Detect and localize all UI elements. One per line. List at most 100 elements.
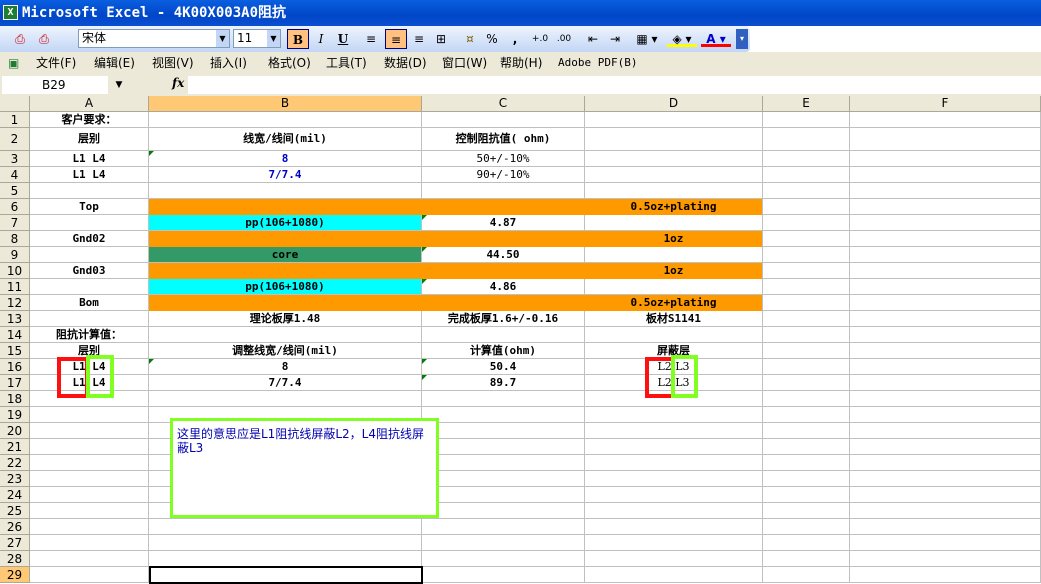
cell-d5[interactable]: [585, 183, 763, 199]
cell-e3[interactable]: [763, 151, 850, 167]
menu-help[interactable]: 帮助(H): [500, 55, 542, 71]
cell-d1[interactable]: [585, 112, 763, 128]
cell-a19[interactable]: [30, 407, 149, 423]
cell-e14[interactable]: [763, 327, 850, 343]
cell-f13[interactable]: [850, 311, 1041, 327]
cell-e23[interactable]: [763, 471, 850, 487]
cell-d3[interactable]: [585, 151, 763, 167]
cell-b10[interactable]: [149, 263, 422, 279]
cell-c18[interactable]: [422, 391, 585, 407]
cell-b26[interactable]: [149, 519, 422, 535]
column-header-c[interactable]: C: [422, 96, 585, 112]
cell-b1[interactable]: [149, 112, 422, 128]
row-header-5[interactable]: 5: [0, 183, 30, 199]
cell-e6[interactable]: [763, 199, 850, 215]
row-header-14[interactable]: 14: [0, 327, 30, 343]
cell-d22[interactable]: [585, 455, 763, 471]
cell-d19[interactable]: [585, 407, 763, 423]
cell-a13[interactable]: [30, 311, 149, 327]
cell-f2[interactable]: [850, 128, 1041, 151]
fx-icon[interactable]: fx: [172, 76, 184, 90]
cell-e17[interactable]: [763, 375, 850, 391]
cell-e15[interactable]: [763, 343, 850, 359]
cell-b9[interactable]: core: [149, 247, 422, 263]
cell-c6[interactable]: [422, 199, 585, 215]
toolbar-options-icon[interactable]: ▾: [736, 29, 748, 49]
cell-e18[interactable]: [763, 391, 850, 407]
fill-color-icon[interactable]: ◈ ▾: [667, 29, 697, 47]
cell-a2[interactable]: 层别: [30, 128, 149, 151]
column-header-a[interactable]: A: [30, 96, 149, 112]
percent-button[interactable]: %: [483, 29, 501, 49]
cell-f18[interactable]: [850, 391, 1041, 407]
cell-f22[interactable]: [850, 455, 1041, 471]
cell-c7[interactable]: 4.87: [422, 215, 585, 231]
cell-b18[interactable]: [149, 391, 422, 407]
cell-c12[interactable]: [422, 295, 585, 311]
cell-e27[interactable]: [763, 535, 850, 551]
cell-b6[interactable]: [149, 199, 422, 215]
cell-e22[interactable]: [763, 455, 850, 471]
menu-view[interactable]: 视图(V): [152, 55, 194, 71]
row-header-8[interactable]: 8: [0, 231, 30, 247]
cell-d10[interactable]: 1oz: [585, 263, 763, 279]
cell-e7[interactable]: [763, 215, 850, 231]
cell-c25[interactable]: [422, 503, 585, 519]
align-right-icon[interactable]: ≡: [409, 29, 429, 49]
borders-icon[interactable]: ▦ ▾: [633, 29, 661, 49]
cell-c21[interactable]: [422, 439, 585, 455]
cell-c19[interactable]: [422, 407, 585, 423]
menu-insert[interactable]: 插入(I): [210, 55, 247, 71]
cell-a24[interactable]: [30, 487, 149, 503]
cell-f3[interactable]: [850, 151, 1041, 167]
cell-f8[interactable]: [850, 231, 1041, 247]
cell-f21[interactable]: [850, 439, 1041, 455]
cell-a6[interactable]: Top: [30, 199, 149, 215]
cell-f5[interactable]: [850, 183, 1041, 199]
row-header-21[interactable]: 21: [0, 439, 30, 455]
select-all-corner[interactable]: [0, 96, 30, 112]
cell-d20[interactable]: [585, 423, 763, 439]
row-header-13[interactable]: 13: [0, 311, 30, 327]
bold-button[interactable]: B: [287, 29, 309, 49]
font-select[interactable]: 宋体 ▼: [78, 29, 230, 48]
row-header-24[interactable]: 24: [0, 487, 30, 503]
cell-e10[interactable]: [763, 263, 850, 279]
cell-f20[interactable]: [850, 423, 1041, 439]
cell-f14[interactable]: [850, 327, 1041, 343]
selected-cell-b29[interactable]: [149, 566, 423, 584]
cell-c20[interactable]: [422, 423, 585, 439]
cell-d21[interactable]: [585, 439, 763, 455]
cell-f10[interactable]: [850, 263, 1041, 279]
cell-a8[interactable]: Gnd02: [30, 231, 149, 247]
cell-f24[interactable]: [850, 487, 1041, 503]
row-header-1[interactable]: 1: [0, 112, 30, 128]
cell-c13[interactable]: 完成板厚1.6+/-0.16: [422, 311, 585, 327]
cell-d12[interactable]: 0.5oz+plating: [585, 295, 763, 311]
cell-b15[interactable]: 调整线宽/线间(mil): [149, 343, 422, 359]
cell-b28[interactable]: [149, 551, 422, 567]
column-header-e[interactable]: E: [763, 96, 850, 112]
cell-a4[interactable]: L1 L4: [30, 167, 149, 183]
cell-f11[interactable]: [850, 279, 1041, 295]
decrease-indent-icon[interactable]: ⇤: [583, 29, 603, 49]
cell-b2[interactable]: 线宽/线间(mil): [149, 128, 422, 151]
cell-b16[interactable]: 8: [149, 359, 422, 375]
row-header-2[interactable]: 2: [0, 128, 30, 151]
cell-c5[interactable]: [422, 183, 585, 199]
increase-decimal-button[interactable]: +.0: [529, 29, 551, 49]
row-header-7[interactable]: 7: [0, 215, 30, 231]
cell-e28[interactable]: [763, 551, 850, 567]
font-color-icon[interactable]: A ▾: [701, 29, 731, 47]
cell-c27[interactable]: [422, 535, 585, 551]
cell-e12[interactable]: [763, 295, 850, 311]
menu-adobe-pdf[interactable]: Adobe PDF(B): [558, 55, 637, 71]
column-header-f[interactable]: F: [850, 96, 1041, 112]
row-header-12[interactable]: 12: [0, 295, 30, 311]
increase-indent-icon[interactable]: ⇥: [605, 29, 625, 49]
decrease-decimal-button[interactable]: .00: [553, 29, 575, 49]
cell-e25[interactable]: [763, 503, 850, 519]
cell-f4[interactable]: [850, 167, 1041, 183]
row-header-9[interactable]: 9: [0, 247, 30, 263]
cell-e19[interactable]: [763, 407, 850, 423]
